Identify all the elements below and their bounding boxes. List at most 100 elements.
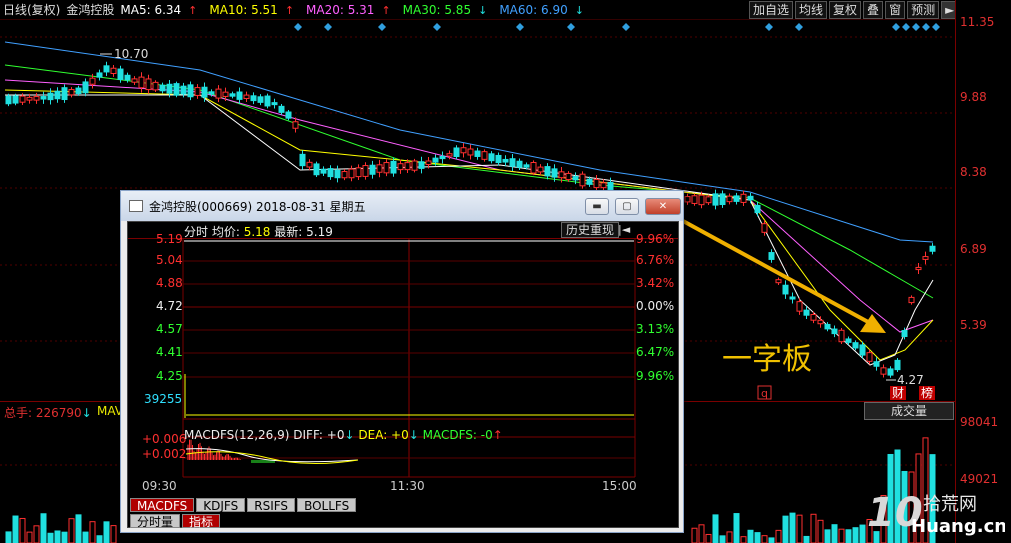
candle-body xyxy=(187,84,194,98)
event-diamond-icon[interactable] xyxy=(622,23,630,31)
candle-body xyxy=(845,338,852,343)
event-diamond-icon[interactable] xyxy=(892,23,900,31)
candle-body xyxy=(278,105,285,113)
candle-body xyxy=(194,87,201,96)
candle-body xyxy=(355,167,362,178)
candle-body xyxy=(502,158,509,163)
event-diamond-icon[interactable] xyxy=(902,23,910,31)
event-diamond-icon[interactable] xyxy=(932,23,940,31)
ma-settings-button[interactable]: 均线 xyxy=(795,1,828,19)
candle-body xyxy=(740,193,747,203)
candle-body xyxy=(509,158,516,167)
tab-macdfs[interactable]: MACDFS xyxy=(130,498,195,513)
candle-body xyxy=(208,91,215,95)
time-label: 09:30 xyxy=(142,479,177,493)
tab-bollfs[interactable]: BOLLFS xyxy=(297,498,357,513)
event-diamond-icon[interactable] xyxy=(516,23,524,31)
candle-body xyxy=(922,256,929,260)
event-diamond-icon[interactable] xyxy=(567,23,575,31)
window-button[interactable]: 窗 xyxy=(885,1,906,19)
event-diamond-icon[interactable] xyxy=(433,23,441,31)
candle-body xyxy=(859,344,866,356)
tab-indicator[interactable]: 指标 xyxy=(182,514,221,529)
candle-body xyxy=(292,121,299,129)
volume-bar xyxy=(761,535,768,543)
candle-body xyxy=(880,367,887,375)
candle-body xyxy=(313,163,320,176)
volume-bar xyxy=(110,525,117,543)
intraday-popup-window[interactable]: 金鸿控股(000669) 2018-08-31 星期五 ▬ ▢ ✕ 分时 均价:… xyxy=(120,190,684,533)
event-diamond-icon[interactable] xyxy=(922,23,930,31)
candle-body xyxy=(803,309,810,316)
event-diamond-icon[interactable] xyxy=(765,23,773,31)
down-arrow-icon: ↓ xyxy=(344,428,355,442)
volume-bar xyxy=(5,531,12,543)
candle-body xyxy=(145,78,152,91)
candle-body xyxy=(453,147,460,158)
volume-tick: 49021 xyxy=(960,472,999,486)
high-price-label: 10.70 xyxy=(114,47,148,61)
ma60-label: MA60: 6.90 ↓ xyxy=(499,3,590,17)
volume-bar xyxy=(838,528,845,543)
event-diamond-icon[interactable] xyxy=(324,23,332,31)
volume-bar xyxy=(810,513,817,543)
price-tick: 6.89 xyxy=(960,242,987,256)
event-diamond-icon[interactable] xyxy=(294,23,302,31)
event-diamond-icon[interactable] xyxy=(795,23,803,31)
candle-body xyxy=(411,160,418,171)
tab-kdjfs[interactable]: KDJFS xyxy=(196,498,246,513)
event-markers xyxy=(294,23,940,31)
ma60-value: MA60: 6.90 xyxy=(499,2,568,17)
close-button[interactable]: ✕ xyxy=(645,198,681,215)
candle-body xyxy=(26,96,33,101)
candle-body xyxy=(299,153,306,167)
finance-badge-label: 财 xyxy=(892,386,904,400)
down-arrow-icon: ↓ xyxy=(574,3,584,17)
candle-body xyxy=(5,95,12,105)
candle-body xyxy=(558,171,565,179)
candle-body xyxy=(810,313,817,321)
candle-body xyxy=(719,193,726,206)
intraday-chart-area: 分时 均价: 5.18 最新: 5.19 历史重现 |◄ 5.19 5.04 4… xyxy=(127,221,679,529)
ranking-badge-label: 榜 xyxy=(921,385,933,400)
tab-minute-volume[interactable]: 分时量 xyxy=(130,514,181,529)
event-diamond-icon[interactable] xyxy=(912,23,920,31)
candle-body xyxy=(369,164,376,175)
maximize-button[interactable]: ▢ xyxy=(615,198,639,215)
volume-bar xyxy=(68,518,75,543)
volume-bar xyxy=(775,529,782,543)
macd-top-value: +0.006 xyxy=(142,432,187,446)
chart-type-label[interactable]: 日线(复权) xyxy=(3,1,60,18)
candle-body xyxy=(915,266,922,271)
volume-bar xyxy=(796,514,803,543)
adjust-button[interactable]: 复权 xyxy=(829,1,862,19)
minimize-button[interactable]: ▬ xyxy=(585,198,609,215)
price-tick: 9.88 xyxy=(960,90,987,104)
volume-bar xyxy=(768,537,775,543)
candle-body xyxy=(124,74,131,81)
volume-bar xyxy=(698,524,705,543)
candle-body xyxy=(747,195,754,201)
candle-body xyxy=(838,329,845,343)
candle-body xyxy=(495,154,502,164)
candle-body xyxy=(173,83,180,96)
volume-bar xyxy=(754,532,761,543)
volume-bar xyxy=(89,521,96,543)
bottom-tabs: 分时量 指标 xyxy=(130,514,222,529)
tab-rsifs[interactable]: RSIFS xyxy=(247,498,296,513)
overlay-button[interactable]: 叠 xyxy=(863,1,884,19)
event-diamond-icon[interactable] xyxy=(378,23,386,31)
candle-body xyxy=(782,284,789,295)
macd-header: MACDFS(12,26,9) DIFF: +0↓ DEA: +0↓ MACDF… xyxy=(184,428,503,442)
candle-body xyxy=(341,171,348,179)
candle-body xyxy=(75,87,82,95)
candle-body xyxy=(544,166,551,177)
volume-indicator-dropdown[interactable]: 成交量 xyxy=(864,402,954,420)
candle-body xyxy=(796,301,803,312)
forecast-button[interactable]: 预测 xyxy=(907,1,940,19)
add-watchlist-button[interactable]: 加自选 xyxy=(749,1,794,19)
indicator-tabs: MACDFS KDJFS RSIFS BOLLFS xyxy=(130,498,358,513)
candle-body xyxy=(698,194,705,206)
candle-body xyxy=(873,361,880,367)
candle-body xyxy=(775,279,782,284)
